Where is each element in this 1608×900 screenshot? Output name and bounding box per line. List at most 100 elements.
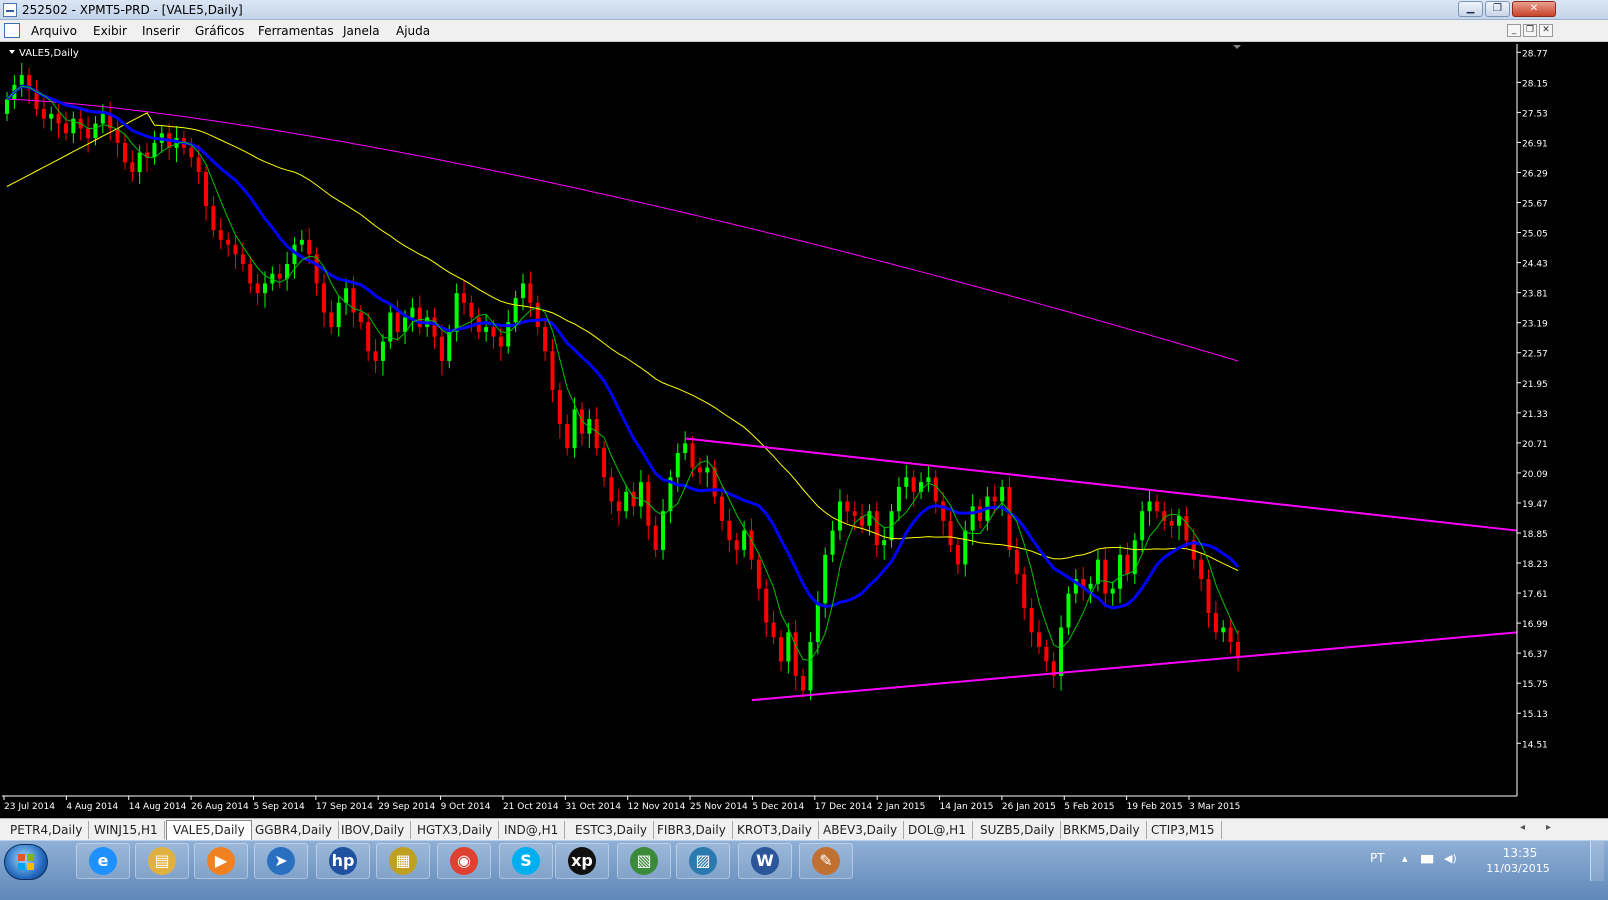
candle[interactable] bbox=[417, 295, 422, 335]
menu-ferramentas[interactable]: Ferramentas bbox=[258, 24, 334, 38]
candle[interactable] bbox=[1118, 545, 1123, 604]
candle[interactable] bbox=[550, 339, 555, 403]
document-icon[interactable] bbox=[4, 23, 20, 38]
candle[interactable] bbox=[344, 278, 349, 315]
candle[interactable] bbox=[432, 307, 437, 349]
candle[interactable] bbox=[845, 494, 850, 524]
taskbar-chart-app[interactable]: ▧ bbox=[617, 843, 671, 879]
candle[interactable] bbox=[683, 431, 688, 461]
candle[interactable] bbox=[454, 283, 459, 342]
menu-janela[interactable]: Janela bbox=[343, 24, 380, 38]
candle[interactable] bbox=[248, 256, 253, 294]
chart-tab-suzb5-daily[interactable]: SUZB5,Daily bbox=[974, 821, 1062, 839]
candle[interactable] bbox=[462, 281, 467, 315]
chart-tab-brkm5-daily[interactable]: BRKM5,Daily bbox=[1057, 821, 1147, 839]
candle[interactable] bbox=[1184, 506, 1189, 548]
candle[interactable] bbox=[226, 232, 231, 257]
candle[interactable] bbox=[358, 305, 363, 330]
candle[interactable] bbox=[1095, 549, 1100, 592]
candle[interactable] bbox=[727, 508, 732, 553]
candle[interactable] bbox=[1044, 639, 1049, 672]
candle[interactable] bbox=[919, 472, 924, 500]
candle[interactable] bbox=[1169, 508, 1174, 538]
chart-tab-ibov-daily[interactable]: IBOV,Daily bbox=[335, 821, 412, 839]
candle[interactable] bbox=[778, 629, 783, 672]
start-button[interactable] bbox=[4, 844, 48, 880]
candle[interactable] bbox=[1059, 615, 1064, 691]
taskbar-folder-tool[interactable]: ▦ bbox=[376, 843, 430, 879]
candle[interactable] bbox=[904, 465, 909, 500]
candle[interactable] bbox=[1228, 617, 1233, 655]
taskbar-hp[interactable]: hp bbox=[316, 843, 370, 879]
candle[interactable] bbox=[1014, 537, 1019, 584]
network-signal-icon[interactable]: ▮▮▮ bbox=[1420, 852, 1434, 865]
chart-tab-dol-h1[interactable]: DOL@,H1 bbox=[902, 821, 973, 839]
candle[interactable] bbox=[189, 138, 194, 168]
candle[interactable] bbox=[896, 477, 901, 521]
tab-scroll-left-icon[interactable]: ◂ bbox=[1520, 822, 1525, 833]
taskbar-network[interactable]: ➤ bbox=[254, 843, 308, 879]
chart-tab-ind-h1[interactable]: IND@,H1 bbox=[498, 821, 566, 839]
candle[interactable] bbox=[749, 518, 754, 570]
chart-tab-ggbr4-daily[interactable]: GGBR4,Daily bbox=[249, 821, 339, 839]
menu-graficos[interactable]: Gráficos bbox=[195, 24, 244, 38]
shift-marker-icon[interactable] bbox=[1233, 45, 1241, 49]
chart-tab-fibr3-daily[interactable]: FIBR3,Daily bbox=[651, 821, 733, 839]
chart-close-button[interactable]: ✕ bbox=[1539, 24, 1553, 37]
candle[interactable] bbox=[631, 482, 636, 517]
candle[interactable] bbox=[1199, 552, 1204, 592]
taskbar-paint[interactable]: ✎ bbox=[799, 843, 853, 879]
candle[interactable] bbox=[1051, 651, 1056, 689]
candle[interactable] bbox=[71, 111, 76, 143]
candle[interactable] bbox=[948, 508, 953, 553]
candle[interactable] bbox=[624, 484, 629, 519]
chart-tab-krot3-daily[interactable]: KROT3,Daily bbox=[731, 821, 819, 839]
candle[interactable] bbox=[1221, 620, 1226, 643]
candle[interactable] bbox=[668, 469, 673, 524]
chart-minimize-button[interactable]: _ bbox=[1507, 24, 1521, 37]
candle[interactable] bbox=[439, 324, 444, 376]
candle[interactable] bbox=[299, 230, 304, 252]
candle[interactable] bbox=[63, 111, 68, 141]
candle[interactable] bbox=[808, 632, 813, 701]
candle[interactable] bbox=[609, 467, 614, 514]
candle[interactable] bbox=[204, 164, 209, 221]
candle[interactable] bbox=[720, 486, 725, 531]
candle[interactable] bbox=[1110, 581, 1115, 606]
chart-tab-petr4-daily[interactable]: PETR4,Daily bbox=[4, 821, 90, 839]
candle[interactable] bbox=[602, 440, 607, 487]
candle[interactable] bbox=[646, 474, 651, 541]
candle[interactable] bbox=[1147, 489, 1152, 526]
menu-arquivo[interactable]: Arquivo bbox=[31, 24, 77, 38]
candle[interactable] bbox=[616, 489, 621, 526]
candle[interactable] bbox=[1236, 629, 1240, 672]
chart-tab-abev3-daily[interactable]: ABEV3,Daily bbox=[817, 821, 905, 839]
candle[interactable] bbox=[19, 62, 24, 97]
chart-tab-hgtx3-daily[interactable]: HGTX3,Daily bbox=[411, 821, 500, 839]
candle[interactable] bbox=[484, 314, 489, 342]
candle[interactable] bbox=[572, 397, 577, 458]
candle[interactable] bbox=[712, 460, 717, 504]
taskbar-skype[interactable]: S bbox=[499, 843, 553, 879]
clock-date[interactable]: 11/03/2015 bbox=[1478, 862, 1558, 875]
symbol-dropdown-icon[interactable] bbox=[9, 50, 15, 54]
candle[interactable] bbox=[830, 520, 835, 563]
candle[interactable] bbox=[1000, 479, 1005, 517]
candle[interactable] bbox=[1206, 569, 1211, 628]
close-button[interactable]: ✕ bbox=[1512, 1, 1556, 17]
candle[interactable] bbox=[34, 79, 39, 117]
candle[interactable] bbox=[130, 150, 135, 182]
resistance-trendline[interactable] bbox=[685, 437, 1518, 532]
candle[interactable] bbox=[587, 409, 592, 449]
candlestick-chart[interactable]: 28.77 28.15 27.53 26.91 26.29 25.67 25.05 24.43… bbox=[0, 42, 1608, 817]
candle[interactable] bbox=[1154, 494, 1159, 519]
candle[interactable] bbox=[122, 133, 127, 170]
clock-time[interactable]: 13:35 bbox=[1490, 846, 1550, 860]
candle[interactable] bbox=[292, 237, 297, 279]
taskbar-xp[interactable]: xp bbox=[555, 843, 609, 879]
taskbar-chrome[interactable]: ◉ bbox=[437, 843, 491, 879]
candle[interactable] bbox=[115, 121, 120, 158]
candle[interactable] bbox=[1022, 566, 1027, 621]
candle[interactable] bbox=[366, 312, 371, 361]
candle[interactable] bbox=[1103, 547, 1108, 604]
